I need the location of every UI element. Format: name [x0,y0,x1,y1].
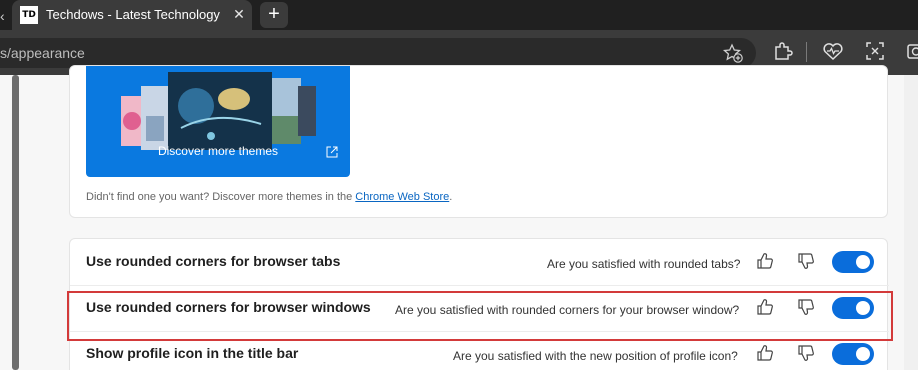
tab-scroll-edge: ‹ [0,8,5,24]
add-favorite-icon[interactable] [722,42,744,64]
chrome-web-store-link[interactable]: Chrome Web Store [355,191,449,203]
thumbs-up-icon[interactable] [756,344,774,362]
camera-icon[interactable] [904,38,918,64]
thumbs-down-icon[interactable] [797,344,815,362]
tab-title: Techdows - Latest Technology Ne [46,7,224,22]
discover-themes-label: Discover more themes [157,144,279,158]
settings-page: Discover more themes Didn't find one you… [0,65,918,370]
setting-row-rounded-tabs: Use rounded corners for browser tabs Are… [70,239,889,285]
thumbs-up-icon[interactable] [756,252,774,270]
extensions-icon[interactable] [770,38,796,64]
themes-card: Discover more themes Didn't find one you… [69,65,888,218]
external-link-icon [326,146,338,158]
sidebar-scroll-rail[interactable] [12,75,19,370]
close-icon[interactable]: ✕ [230,5,248,23]
discover-prefix: Didn't find one you want? Discover more … [86,191,356,203]
highlight-annotation-box [67,291,893,341]
active-tab[interactable]: TD Techdows - Latest Technology Ne ✕ [12,0,252,30]
setting-label: Use rounded corners for browser tabs [86,253,341,269]
address-bar[interactable]: s/appearance [0,38,756,68]
page-scrollbar[interactable] [904,75,918,370]
profile-icon-toggle[interactable] [832,343,874,365]
toggle-knob [856,255,870,269]
browser-essentials-icon[interactable] [820,38,846,64]
discover-themes-banner[interactable]: Discover more themes [86,66,350,177]
tab-favicon: TD [20,6,38,24]
screenshot-icon[interactable] [862,38,888,64]
feedback-question: Are you satisfied with the new position … [453,349,738,363]
new-tab-button[interactable]: + [260,2,288,28]
rounded-tabs-toggle[interactable] [832,251,874,273]
toggle-knob [856,347,870,361]
discover-suffix: . [449,191,453,203]
toolbar-separator [806,42,807,62]
thumbs-down-icon[interactable] [797,252,815,270]
address-url: s/appearance [0,45,85,61]
tab-strip: ‹ TD Techdows - Latest Technology Ne ✕ + [0,0,918,34]
theme-previews-image [121,72,316,150]
discover-themes-text: Didn't find one you want? Discover more … [86,191,452,203]
feedback-question: Are you satisfied with rounded tabs? [547,257,741,271]
setting-label: Show profile icon in the title bar [86,345,299,361]
